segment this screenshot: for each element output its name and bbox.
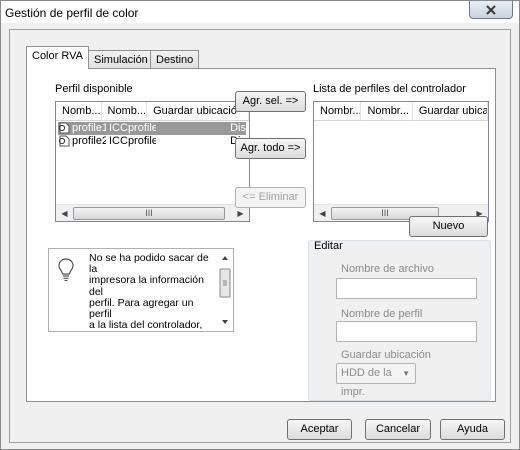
driver-profiles-list[interactable]: Nombr... Nombr... Guardar ubica ◀ III ▶ [313, 101, 489, 222]
tab-color-rva[interactable]: Color RVA [26, 46, 89, 69]
profile-name-label: Nombre de perfil [341, 308, 423, 320]
tab-label: Simulación [94, 54, 148, 66]
save-location-label: Guardar ubicación [341, 349, 431, 361]
list-item[interactable]: profile2.icc ICCprofile2 Dis [58, 135, 246, 148]
available-profiles-list[interactable]: Nomb... Nomb... Guardar ubicació profile… [55, 101, 250, 222]
list-cell: profile1.icc [72, 122, 106, 134]
help-button[interactable]: Ayuda [440, 419, 505, 440]
title-bar: Gestión de perfil de color [1, 1, 519, 23]
color-profile-dialog: Gestión de perfil de color Color RVA Sim… [0, 0, 520, 450]
add-selected-button[interactable]: Agr. sel. => [235, 91, 306, 112]
list-item[interactable]: profile1.icc ICCprofile1 Dis [58, 122, 246, 135]
scroll-left-icon[interactable]: ◀ [315, 206, 330, 221]
close-button[interactable] [469, 1, 513, 19]
column-header[interactable]: Nomb... [56, 102, 102, 121]
list-cell: ICCprofile1 [109, 122, 156, 134]
driver-profiles-label: Lista de perfiles del controlador [313, 83, 466, 95]
edit-groupbox: Editar Nombre de archivo Nombre de perfi… [308, 240, 491, 401]
cancel-button[interactable]: Cancelar [365, 419, 431, 440]
save-location-select[interactable]: HDD de la impr. ▼ [336, 363, 416, 398]
column-header[interactable]: Nomb... [102, 102, 148, 121]
list-header: Nombr... Nombr... Guardar ubica [314, 102, 488, 121]
column-header[interactable]: Guardar ubica [413, 102, 488, 121]
column-header[interactable]: Nombr... [314, 102, 362, 121]
add-all-button[interactable]: Agr. todo => [235, 138, 306, 159]
list-header: Nomb... Nomb... Guardar ubicació [56, 102, 249, 121]
remove-button[interactable]: <= Eliminar [235, 187, 306, 208]
column-header[interactable]: Guardar ubicació [147, 102, 249, 121]
list-cell: ICCprofile2 [109, 135, 156, 147]
window-title: Gestión de perfil de color [5, 6, 139, 20]
save-location-value: HDD de la impr. [341, 367, 392, 398]
scroll-left-icon[interactable]: ◀ [57, 206, 72, 221]
info-message-text: No se ha podido sacar de la impresora la… [89, 253, 209, 329]
x-icon [486, 5, 496, 15]
list-cell: Dis [230, 122, 246, 134]
available-profiles-label: Perfil disponible [55, 83, 133, 95]
chevron-down-icon: ▼ [402, 369, 410, 378]
list-cell: profile2.icc [72, 135, 106, 147]
file-icon [58, 135, 71, 147]
filename-field[interactable] [336, 278, 477, 299]
horizontal-scrollbar[interactable]: ◀ III ▶ [56, 204, 249, 221]
file-icon [58, 122, 71, 134]
info-message-box: No se ha podido sacar de la impresora la… [48, 248, 234, 332]
vertical-scrollbar[interactable] [219, 251, 231, 329]
profile-name-field[interactable] [336, 321, 477, 342]
scroll-thumb[interactable]: III [73, 207, 225, 220]
filename-label: Nombre de archivo [341, 263, 434, 275]
tab-label: Destino [156, 54, 194, 66]
column-header[interactable]: Nombr... [361, 102, 413, 121]
ok-button[interactable]: Aceptar [287, 419, 352, 440]
list-cell: Dis [156, 135, 246, 148]
edit-group-label: Editar [314, 240, 343, 252]
tab-label: Color RVA [32, 50, 83, 62]
scroll-right-icon[interactable]: ▶ [233, 206, 248, 221]
lightbulb-icon [58, 258, 74, 285]
new-button[interactable]: Nuevo [409, 216, 488, 237]
